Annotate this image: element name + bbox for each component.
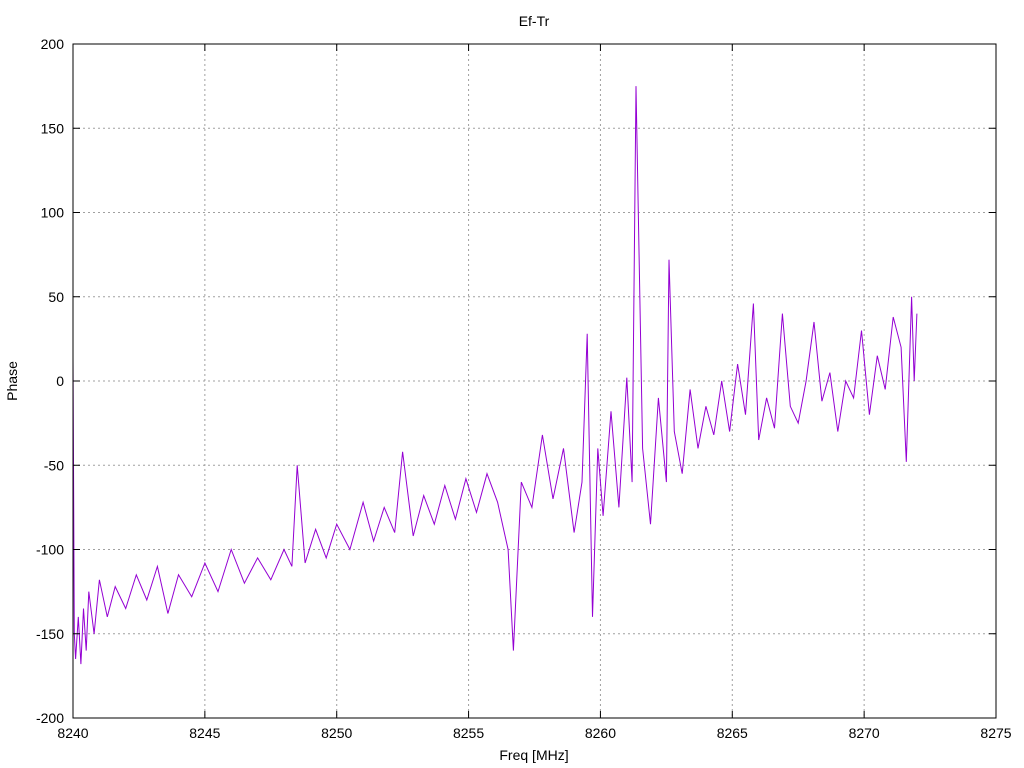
x-tick-label: 8265: [717, 725, 748, 741]
y-tick-label: -100: [36, 542, 64, 558]
y-tick-label: 50: [48, 289, 64, 305]
x-tick-label: 8260: [585, 725, 616, 741]
y-tick-label: 150: [41, 120, 65, 136]
y-tick-label: 100: [41, 205, 65, 221]
x-tick-label: 8270: [849, 725, 880, 741]
series-line: [72, 86, 918, 665]
grid: [73, 44, 996, 718]
y-tick-label: -200: [36, 710, 64, 726]
chart: 8240 8245 8250 8255 8260 8265 8270 8275 -200 -150…: [4, 13, 1012, 763]
x-tick-label: 8275: [980, 725, 1011, 741]
series-layer: [72, 86, 918, 665]
y-axis-label: Phase: [4, 361, 20, 401]
y-tick-label: 200: [41, 36, 65, 52]
x-axis-label: Freq [MHz]: [499, 747, 568, 763]
y-tick-label: -50: [44, 457, 64, 473]
ticks: 8240 8245 8250 8255 8260 8265 8270 8275 -200 -150…: [36, 36, 1012, 741]
y-tick-label: -150: [36, 626, 64, 642]
x-tick-label: 8255: [453, 725, 484, 741]
x-tick-label: 8245: [189, 725, 220, 741]
chart-title: Ef-Tr: [519, 13, 550, 29]
x-tick-label: 8240: [57, 725, 88, 741]
y-tick-label: 0: [56, 373, 64, 389]
x-tick-label: 8250: [321, 725, 352, 741]
